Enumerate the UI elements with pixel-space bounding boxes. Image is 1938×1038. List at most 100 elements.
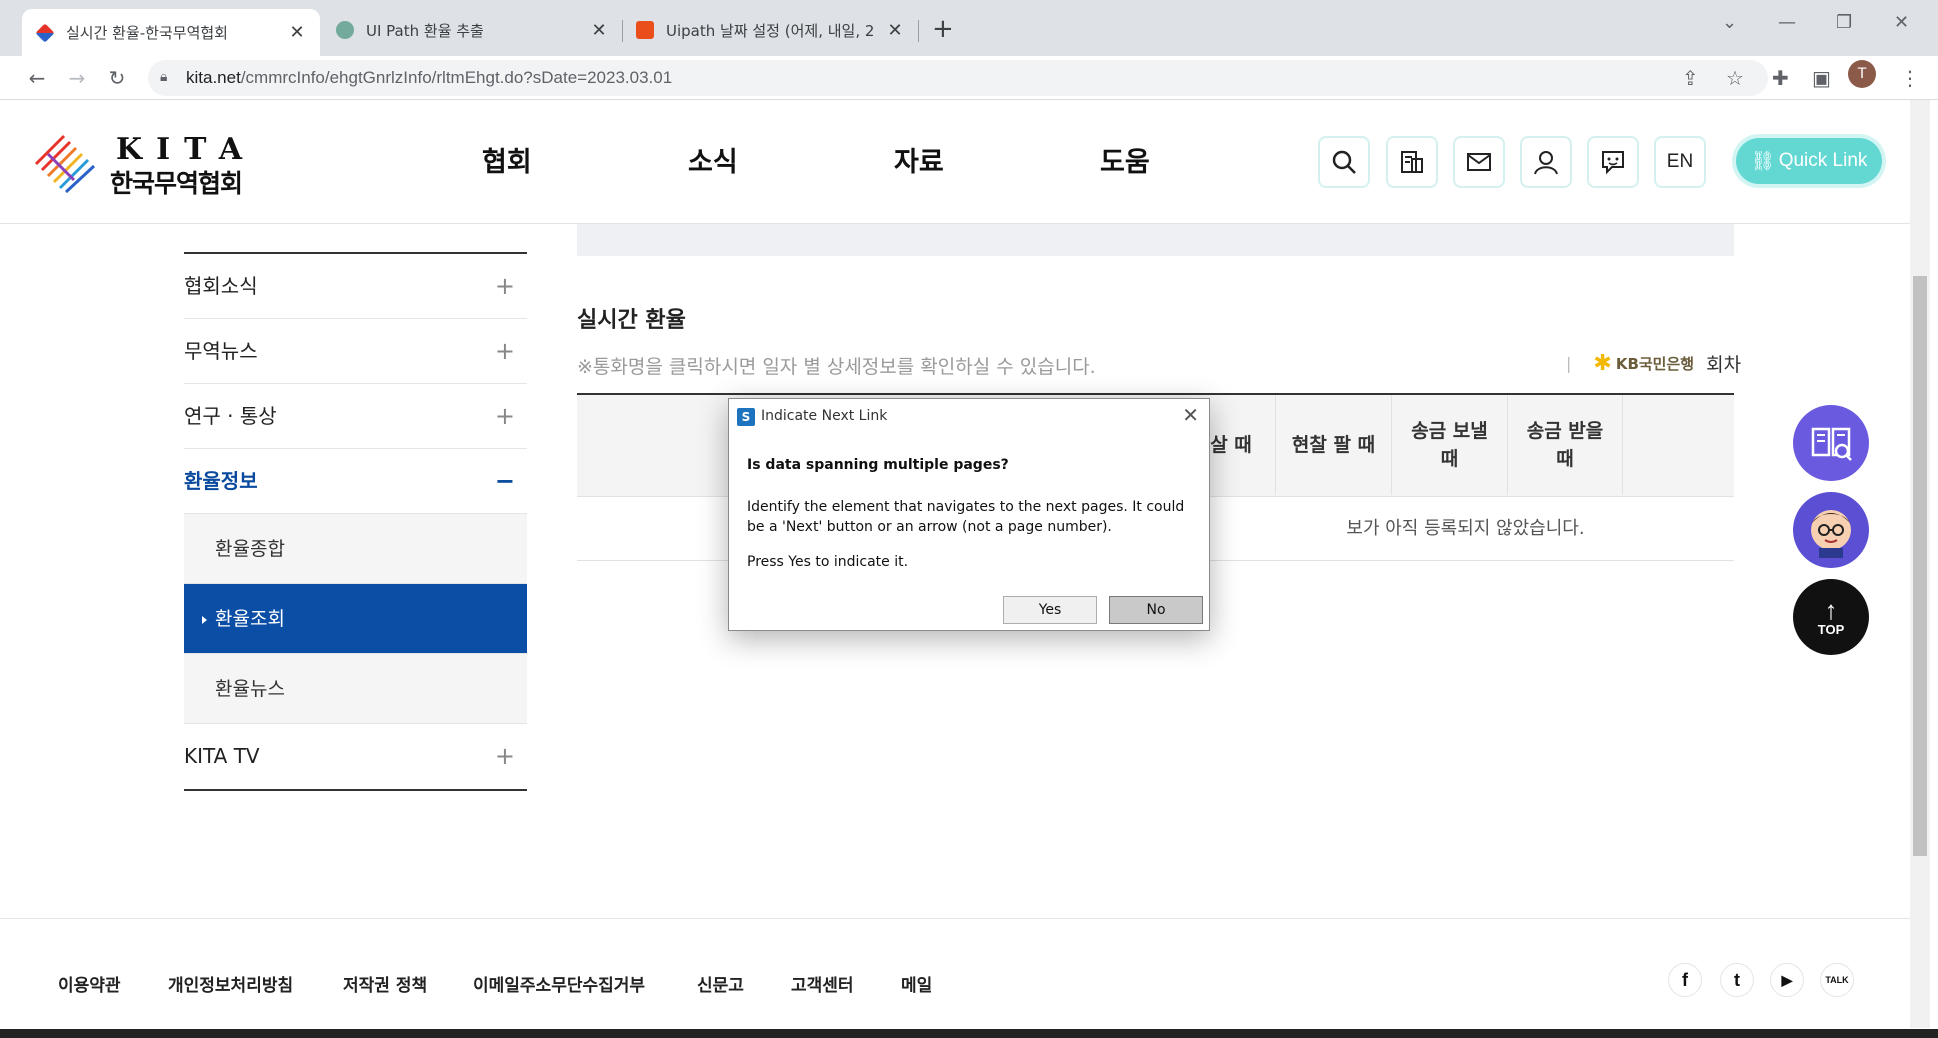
mail-icon bbox=[1467, 153, 1491, 171]
sidebar-item-label: 연구 · 통상 bbox=[184, 404, 277, 428]
footer-link-copyright[interactable]: 저작권 정책 bbox=[343, 971, 427, 996]
character-avatar-icon bbox=[1811, 510, 1851, 558]
search-button[interactable] bbox=[1318, 136, 1370, 188]
facebook-icon[interactable]: f bbox=[1668, 963, 1702, 997]
scroll-top-button[interactable]: ↑ TOP bbox=[1793, 579, 1869, 655]
bank-info: | ✱ KB국민은행 회차 bbox=[1566, 350, 1741, 377]
tab-uipath-date[interactable]: Uipath 날짜 설정 (어제, 내일, 2 ✕ bbox=[622, 10, 918, 50]
indicate-next-link-dialog: S Indicate Next Link ✕ Is data spanning … bbox=[728, 398, 1210, 631]
quick-link-label: Quick Link bbox=[1778, 150, 1868, 171]
address-bar[interactable]: 🔒︎ kita.net/cmmrcInfo/ehgtGnrlzInfo/rltm… bbox=[148, 60, 1768, 96]
kita-logo[interactable]: KITA 한국무역협회 bbox=[34, 132, 244, 198]
scrollbar-thumb[interactable] bbox=[1913, 276, 1927, 856]
gnb-news[interactable]: 소식 bbox=[688, 140, 738, 179]
dialog-message: Identify the element that navigates to t… bbox=[747, 499, 1185, 535]
browser-toolbar: ← → ↻ 🔒︎ kita.net/cmmrcInfo/ehgtGnrlzInf… bbox=[0, 56, 1938, 100]
language-en-button[interactable]: EN bbox=[1654, 136, 1706, 188]
footer-link-petition[interactable]: 신문고 bbox=[697, 971, 744, 996]
link-icon: ⛓︎ bbox=[1750, 151, 1775, 172]
gnb-association[interactable]: 협회 bbox=[482, 140, 532, 179]
chat-bubble-icon bbox=[1602, 151, 1624, 175]
tab-title: 실시간 환율-한국무역협회 bbox=[66, 24, 228, 42]
chat-button[interactable] bbox=[1587, 136, 1639, 188]
close-window-button[interactable]: ✕ bbox=[1894, 12, 1909, 33]
sidebar-item-research-trade[interactable]: 연구 · 통상 + bbox=[184, 384, 527, 449]
lnb-bottom-border bbox=[184, 789, 527, 791]
yes-button[interactable]: Yes bbox=[1003, 596, 1097, 624]
search-area bbox=[577, 224, 1734, 256]
footer-link-mail[interactable]: 메일 bbox=[901, 971, 932, 996]
footer-link-privacy[interactable]: 개인정보처리방침 bbox=[168, 971, 293, 996]
sidebar-item-exchange-info[interactable]: 환율정보 − bbox=[184, 449, 527, 514]
close-tab-icon[interactable]: ✕ bbox=[288, 22, 306, 43]
expand-plus-icon: + bbox=[494, 742, 515, 770]
tab-uipath-extract[interactable]: UI Path 환율 추출 ✕ bbox=[322, 10, 622, 50]
close-tab-icon[interactable]: ✕ bbox=[886, 20, 904, 41]
sidebar-item-kita-tv[interactable]: KITA TV + bbox=[184, 724, 527, 789]
tab-kita[interactable]: 실시간 환율-한국무역협회 ✕ bbox=[22, 9, 320, 56]
profile-avatar[interactable]: T bbox=[1848, 60, 1876, 88]
no-button[interactable]: No bbox=[1109, 596, 1203, 624]
share-icon[interactable]: ⇪ bbox=[1682, 66, 1699, 90]
side-panel-icon[interactable]: ▣ bbox=[1812, 66, 1831, 90]
chatgpt-favicon-icon bbox=[336, 21, 354, 39]
sidebar-subitem-exchange-news[interactable]: 환율뉴스 bbox=[184, 654, 527, 724]
kb-star-icon: ✱ bbox=[1593, 351, 1612, 376]
column-header-cash-sell: 현찰 팔 때 bbox=[1275, 395, 1391, 495]
quick-link-button[interactable]: ⛓︎ Quick Link bbox=[1736, 138, 1882, 184]
floating-chatbot-button[interactable] bbox=[1793, 492, 1869, 568]
left-navigation: 협회소식 + 무역뉴스 + 연구 · 통상 + 환율정보 − 환율종합 환율조회 환율뉴… bbox=[184, 252, 527, 791]
close-icon[interactable]: ✕ bbox=[1182, 403, 1199, 427]
search-icon bbox=[1332, 150, 1356, 174]
gnb-data[interactable]: 자료 bbox=[894, 140, 944, 179]
empty-message: 보가 아직 등록되지 않았습니다. bbox=[1346, 518, 1585, 539]
gnb-help[interactable]: 도움 bbox=[1100, 140, 1150, 179]
sidebar-item-label: KITA TV bbox=[184, 744, 260, 768]
dialog-title: Indicate Next Link bbox=[761, 408, 888, 424]
collapse-minus-icon: − bbox=[494, 467, 515, 495]
sidebar-item-association-news[interactable]: 협회소식 + bbox=[184, 254, 527, 319]
bookmark-star-icon[interactable]: ☆ bbox=[1726, 66, 1744, 90]
mail-button[interactable] bbox=[1453, 136, 1505, 188]
kita-favicon-icon bbox=[35, 22, 55, 43]
url-text: kita.net/cmmrcInfo/ehgtGnrlzInfo/rltmEhg… bbox=[186, 68, 673, 87]
page-title: 실시간 환율 bbox=[577, 308, 686, 333]
footer-bottom-bar bbox=[0, 1029, 1938, 1038]
floating-guide-button[interactable] bbox=[1793, 405, 1869, 481]
extensions-icon[interactable]: ✚ bbox=[1772, 66, 1789, 90]
site-footer: 이용약관 개인정보처리방침 저작권 정책 이메일주소무단수집거부 신문고 고객센… bbox=[0, 918, 1910, 1028]
sidebar-item-trade-news[interactable]: 무역뉴스 + bbox=[184, 319, 527, 384]
bank-name: KB국민은행 bbox=[1615, 355, 1695, 373]
expand-plus-icon: + bbox=[494, 337, 515, 365]
menu-dots-icon[interactable]: ⋮ bbox=[1900, 66, 1920, 90]
expand-plus-icon: + bbox=[494, 272, 515, 300]
tab-search-icon[interactable]: ⌄ bbox=[1722, 12, 1737, 33]
close-tab-icon[interactable]: ✕ bbox=[590, 20, 608, 41]
sidebar-subitem-exchange-lookup[interactable]: 환율조회 bbox=[184, 584, 527, 654]
twitter-icon[interactable]: t bbox=[1720, 963, 1754, 997]
footer-link-email-refusal[interactable]: 이메일주소무단수집거부 bbox=[473, 971, 645, 996]
sidebar-subitem-exchange-summary[interactable]: 환율종합 bbox=[184, 514, 527, 584]
forward-button[interactable]: → bbox=[62, 63, 92, 93]
back-button[interactable]: ← bbox=[22, 63, 52, 93]
sidebar-item-label: 환율정보 bbox=[184, 469, 258, 493]
page-scrollbar[interactable] bbox=[1910, 100, 1930, 1028]
reload-button[interactable]: ↻ bbox=[102, 63, 132, 93]
dialog-instruction: Press Yes to indicate it. bbox=[747, 554, 909, 570]
user-icon bbox=[1534, 151, 1558, 175]
footer-link-customer-center[interactable]: 고객센터 bbox=[791, 971, 854, 996]
dialog-titlebar: S Indicate Next Link ✕ bbox=[729, 399, 1209, 433]
minimize-button[interactable]: — bbox=[1778, 12, 1796, 33]
notice-text: ※통화명을 클릭하시면 일자 별 상세정보를 확인하실 수 있습니다. bbox=[577, 356, 1096, 378]
new-tab-button[interactable]: + bbox=[932, 14, 954, 44]
round-label: 회차 bbox=[1706, 354, 1742, 376]
kakaotalk-icon[interactable]: TALK bbox=[1820, 963, 1854, 997]
kita-logo-mark-icon bbox=[34, 134, 96, 194]
user-button[interactable] bbox=[1520, 136, 1572, 188]
sitemap-button[interactable] bbox=[1386, 136, 1438, 188]
document-list-icon bbox=[1401, 151, 1423, 173]
youtube-icon[interactable]: ▶ bbox=[1770, 963, 1804, 997]
blog-favicon-icon bbox=[636, 21, 654, 39]
footer-link-terms[interactable]: 이용약관 bbox=[58, 971, 121, 996]
restore-button[interactable]: ❐ bbox=[1836, 12, 1852, 33]
